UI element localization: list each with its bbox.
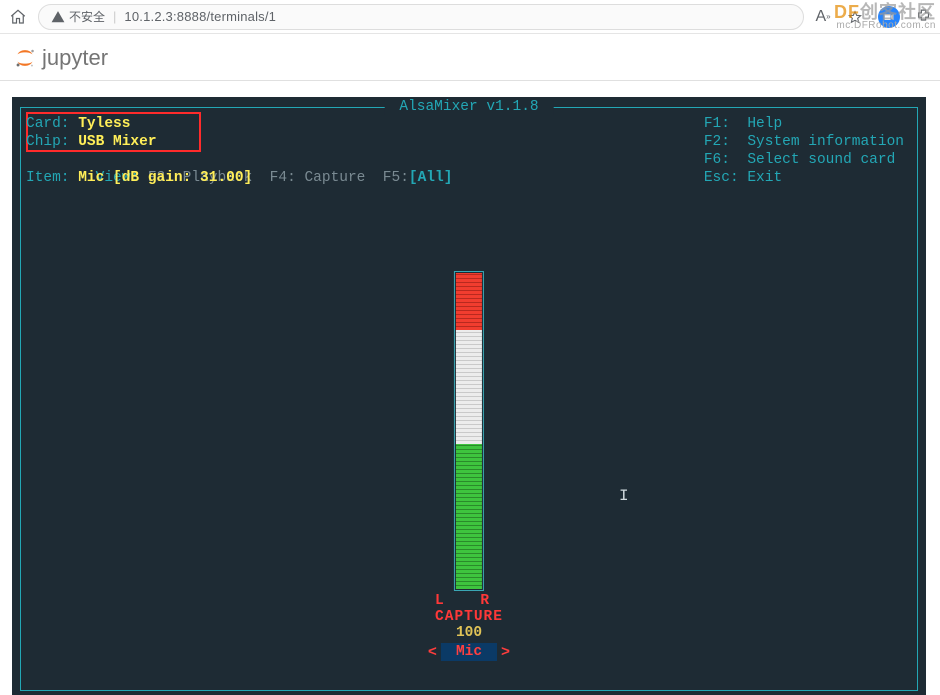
f2-key[interactable]: F2: [704, 134, 748, 150]
f6-key[interactable]: F6: [704, 152, 748, 168]
channel-selector[interactable]: < Mic > [428, 643, 510, 661]
volume-value: 100 [456, 625, 482, 641]
text-cursor-icon: I [619, 487, 629, 505]
view-f5-key[interactable]: F5: [383, 170, 409, 186]
jupyter-header: jupyter [0, 34, 940, 80]
chip-value: USB Mixer [78, 134, 156, 150]
volume-bar[interactable] [454, 271, 484, 591]
extensions-icon[interactable] [914, 8, 932, 26]
jupyter-name: jupyter [42, 45, 108, 71]
channel-name: Mic [441, 643, 497, 661]
next-channel-arrow[interactable]: > [501, 644, 510, 661]
toolbar-icons: A» [814, 6, 932, 28]
esc-label: Exit [747, 170, 782, 186]
bar-white [456, 330, 482, 444]
view-f5-val: [All] [409, 170, 453, 186]
url-text: 10.1.2.3:8888/terminals/1 [124, 9, 276, 24]
f1-label: Help [747, 116, 782, 132]
favorite-icon[interactable] [846, 8, 864, 26]
home-button[interactable] [8, 7, 28, 27]
browser-toolbar: 不安全 | 10.1.2.3:8888/terminals/1 A» [0, 0, 940, 34]
insecure-badge: 不安全 [51, 8, 105, 25]
jupyter-logo[interactable]: jupyter [14, 45, 108, 71]
terminal-wrap: AlsaMixer v1.1.8 Card: Tyless Chip: USB … [0, 81, 940, 695]
item-value: Mic [dB gain: 31.00] [78, 170, 252, 186]
card-label: Card: [26, 116, 78, 132]
view-f4[interactable]: F4: Capture [270, 170, 366, 186]
f1-key[interactable]: F1: [704, 116, 748, 132]
read-aloud-icon[interactable]: A» [814, 8, 832, 26]
bar-green [456, 444, 482, 589]
capture-label: CAPTURE [435, 609, 503, 625]
help-panel: F1: Help F2: System information F6: Sele… [704, 115, 904, 187]
item-label: Item: [26, 170, 78, 186]
f6-label: Select sound card [747, 152, 895, 168]
prev-channel-arrow[interactable]: < [428, 644, 437, 661]
insecure-label: 不安全 [69, 8, 105, 25]
address-bar[interactable]: 不安全 | 10.1.2.3:8888/terminals/1 [38, 4, 804, 30]
terminal[interactable]: AlsaMixer v1.1.8 Card: Tyless Chip: USB … [12, 97, 926, 695]
bar-red [456, 273, 482, 330]
separator: | [113, 9, 116, 24]
card-value: Tyless [78, 116, 130, 132]
mixer-channel[interactable]: L R CAPTURE 100 < Mic > [428, 271, 510, 661]
esc-key[interactable]: Esc: [704, 170, 748, 186]
zoom-extension-icon[interactable] [878, 6, 900, 28]
f2-label: System information [747, 134, 904, 150]
chip-label: Chip: [26, 134, 78, 150]
app-title: AlsaMixer v1.1.8 [385, 99, 554, 115]
lr-label: L R [435, 593, 503, 609]
